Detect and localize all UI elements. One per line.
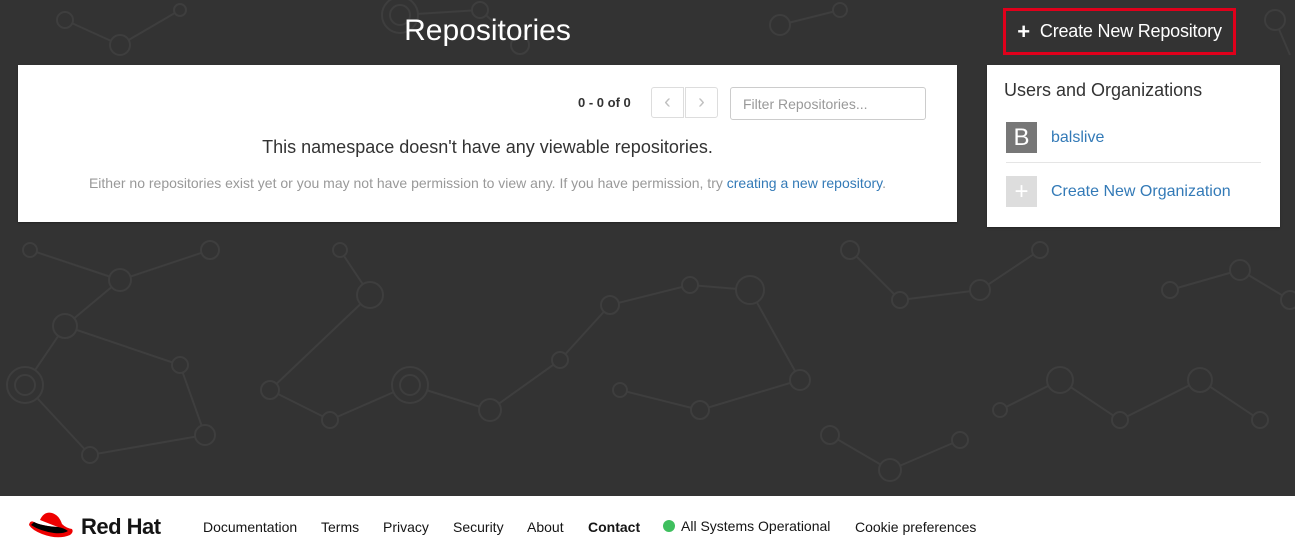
repository-list-panel: 0 - 0 of 0 ‹ › This namespace doesn't ha…: [18, 65, 957, 222]
filter-repositories-input[interactable]: [730, 87, 926, 120]
footer-link-status[interactable]: All Systems Operational: [681, 518, 830, 534]
plus-icon: +: [1006, 176, 1037, 207]
next-page-button[interactable]: ›: [685, 87, 718, 118]
footer-link-security[interactable]: Security: [453, 519, 504, 535]
previous-page-button[interactable]: ‹: [651, 87, 684, 118]
footer-link-terms[interactable]: Terms: [321, 519, 359, 535]
divider: [1006, 162, 1261, 163]
empty-state-text: Either no repositories exist yet or you …: [88, 175, 727, 191]
plus-icon: +: [1017, 18, 1030, 44]
page: Repositories + Create New Repository 0 -…: [0, 0, 1295, 553]
pager-count: 0 - 0 of 0: [578, 95, 631, 110]
footer-link-documentation[interactable]: Documentation: [203, 519, 297, 535]
avatar: B: [1006, 122, 1037, 153]
users-organizations-panel: Users and Organizations B balslive + Cre…: [987, 65, 1280, 227]
users-organizations-heading: Users and Organizations: [1004, 80, 1203, 100]
red-hat-logo[interactable]: Red Hat: [28, 510, 161, 544]
footer-link-cookie-preferences[interactable]: Cookie preferences: [855, 519, 976, 535]
hero-background: Repositories + Create New Repository 0 -…: [0, 0, 1295, 496]
footer-link-contact[interactable]: Contact: [588, 519, 640, 535]
empty-state-title: This namespace doesn't have any viewable…: [262, 137, 713, 157]
create-new-organization-link[interactable]: + Create New Organization: [1006, 176, 1231, 207]
footer-link-privacy[interactable]: Privacy: [383, 519, 429, 535]
create-new-organization-label: Create New Organization: [1051, 182, 1231, 200]
red-hat-logo-text: Red Hat: [81, 514, 161, 539]
create-repository-link[interactable]: creating a new repository: [727, 175, 882, 191]
chevron-left-icon: ‹: [664, 91, 671, 113]
org-item-label: balslive: [1051, 128, 1105, 146]
footer: Red Hat Documentation Terms Privacy Secu…: [0, 496, 1295, 553]
status-indicator-icon: [663, 520, 675, 532]
create-new-repository-label: Create New Repository: [1039, 21, 1222, 41]
red-hat-logo-icon: [29, 512, 73, 538]
page-title: Repositories: [404, 14, 571, 47]
empty-state-suffix: .: [882, 175, 887, 191]
org-item-balslive[interactable]: B balslive: [1006, 122, 1104, 153]
empty-state-message: Either no repositories exist yet or you …: [18, 175, 957, 191]
create-new-repository-button[interactable]: + Create New Repository: [1003, 8, 1236, 55]
chevron-right-icon: ›: [698, 91, 705, 113]
footer-link-about[interactable]: About: [527, 519, 564, 535]
